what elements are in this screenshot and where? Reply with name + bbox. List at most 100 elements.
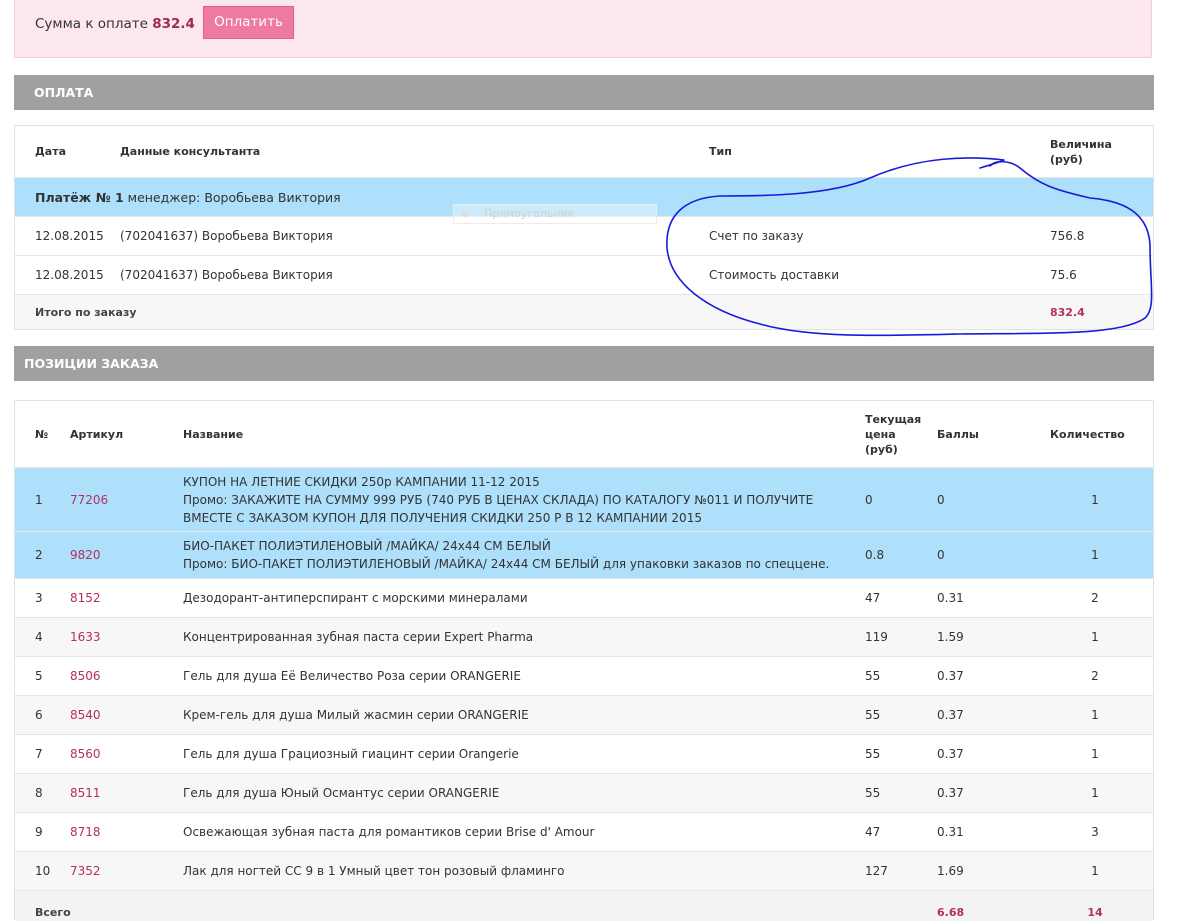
- payment-table-header: Дата Данные консультанта Тип Величина (р…: [15, 126, 1153, 177]
- item-name: Гель для душа Грациозный гиацинт серии O…: [183, 747, 519, 761]
- item-price: 47: [865, 825, 881, 839]
- col-price-header: Текущая цена (руб): [865, 412, 922, 456]
- col-date-header: Дата: [35, 145, 67, 158]
- item-name: КУПОН НА ЛЕТНИЕ СКИДКИ 250р КАМПАНИИ 11-…: [183, 474, 540, 489]
- item-qty: 3: [1091, 825, 1099, 839]
- col-points-header: Баллы: [937, 427, 979, 441]
- col-amount-header: Величина (руб): [1050, 137, 1112, 166]
- item-price: 0: [865, 492, 873, 507]
- item-name: Гель для душа Юный Османтус серии ORANGE…: [183, 786, 500, 800]
- item-points: 0.31: [937, 825, 964, 839]
- item-points: 0.37: [937, 708, 964, 722]
- payment-manager: менеджер: Воробьева Виктория: [127, 189, 341, 205]
- item-article-link[interactable]: 8560: [70, 747, 101, 761]
- item-qty: 1: [1091, 708, 1099, 722]
- item-name-block: КУПОН НА ЛЕТНИЕ СКИДКИ 250р КАМПАНИИ 11-…: [183, 473, 843, 527]
- shape-tooltip-text: Прямоугольник: [484, 207, 575, 220]
- item-promo: Промо: БИО-ПАКЕТ ПОЛИЭТИЛЕНОВЫЙ /МАЙКА/ …: [183, 557, 830, 571]
- order-total-qty: 14: [1087, 906, 1103, 919]
- item-article-link[interactable]: 77206: [70, 493, 108, 507]
- item-name: Лак для ногтей CC 9 в 1 Умный цвет тон р…: [183, 864, 565, 878]
- item-article-link[interactable]: 8718: [70, 825, 101, 839]
- item-num: 10: [35, 864, 51, 878]
- item-num: 6: [35, 708, 43, 722]
- item-price: 55: [865, 669, 881, 683]
- item-num: 5: [35, 669, 43, 683]
- item-price: 127: [865, 864, 888, 878]
- payment-number: Платёж № 1: [35, 189, 124, 205]
- item-name: Освежающая зубная паста для романтиков с…: [183, 825, 595, 839]
- item-name: Дезодорант-антиперспирант с морскими мин…: [183, 591, 528, 605]
- item-article-link[interactable]: 9820: [70, 548, 101, 562]
- payment-consultant: (702041637) Воробьева Виктория: [120, 229, 333, 243]
- order-item-row: 9 8718 Освежающая зубная паста для роман…: [15, 812, 1153, 851]
- item-article-link[interactable]: 8540: [70, 708, 101, 722]
- item-price: 47: [865, 591, 881, 605]
- order-items-section-header: ПОЗИЦИИ ЗАКАЗА: [14, 346, 1154, 381]
- order-item-row: 10 7352 Лак для ногтей CC 9 в 1 Умный цв…: [15, 851, 1153, 890]
- col-type-header: Тип: [709, 145, 732, 158]
- payment-type: Счет по заказу: [709, 229, 804, 243]
- order-items-header: № Артикул Название Текущая цена (руб) Ба…: [15, 401, 1153, 467]
- order-item-row: 8 8511 Гель для душа Юный Османтус серии…: [15, 773, 1153, 812]
- item-num: 3: [35, 591, 43, 605]
- item-points: 0.37: [937, 669, 964, 683]
- payment-amount: 756.8: [1050, 229, 1085, 243]
- item-points: 0: [937, 492, 945, 507]
- item-num: 1: [35, 492, 43, 507]
- item-qty: 1: [1091, 864, 1099, 878]
- item-points: 0: [937, 548, 945, 562]
- item-num: 8: [35, 786, 43, 800]
- col-article-header: Артикул: [70, 427, 124, 441]
- item-article-link[interactable]: 7352: [70, 864, 101, 878]
- item-price: 119: [865, 630, 888, 644]
- payment-table: Дата Данные консультанта Тип Величина (р…: [14, 125, 1154, 330]
- pay-button[interactable]: Оплатить: [203, 6, 294, 39]
- payment-row: 12.08.2015 (702041637) Воробьева Виктори…: [15, 255, 1153, 294]
- order-item-row: 2 9820 БИО-ПАКЕТ ПОЛИЭТИЛЕНОВЫЙ /МАЙКА/ …: [15, 531, 1153, 578]
- item-name: Крем-гель для душа Милый жасмин серии OR…: [183, 708, 529, 722]
- payment-section-title: ОПЛАТА: [34, 85, 94, 100]
- payment-section-header: ОПЛАТА: [14, 75, 1154, 110]
- col-qty-header: Количество: [1050, 427, 1125, 441]
- order-total-points: 6.68: [937, 906, 965, 919]
- item-qty: 1: [1091, 548, 1099, 562]
- item-price: 0.8: [865, 548, 885, 562]
- order-item-row: 5 8506 Гель для душа Её Величество Роза …: [15, 656, 1153, 695]
- item-promo: Промо: ЗАКАЖИТЕ НА СУММУ 999 РУБ (740 РУ…: [183, 492, 814, 525]
- amount-due-text: Сумма к оплате: [35, 16, 148, 32]
- item-price: 55: [865, 708, 881, 722]
- item-article-link[interactable]: 8506: [70, 669, 101, 683]
- item-article-link[interactable]: 1633: [70, 630, 101, 644]
- amount-due-label: Сумма к оплате 832.4: [35, 16, 195, 32]
- item-article-link[interactable]: 8152: [70, 591, 101, 605]
- payment-due-box: Сумма к оплате 832.4 Оплатить: [14, 0, 1152, 58]
- item-num: 4: [35, 630, 43, 644]
- payment-consultant: (702041637) Воробьева Виктория: [120, 268, 333, 282]
- payment-date: 12.08.2015: [35, 268, 104, 282]
- item-name: БИО-ПАКЕТ ПОЛИЭТИЛЕНОВЫЙ /МАЙКА/ 24x44 С…: [183, 539, 551, 553]
- item-points: 1.69: [937, 864, 964, 878]
- item-name: Гель для душа Её Величество Роза серии O…: [183, 669, 521, 683]
- item-qty: 1: [1091, 786, 1099, 800]
- item-qty: 2: [1091, 591, 1099, 605]
- order-items-section-title: ПОЗИЦИИ ЗАКАЗА: [24, 356, 159, 371]
- item-points: 0.37: [937, 747, 964, 761]
- payment-total-label: Итого по заказу: [35, 305, 137, 319]
- item-name-cell: КУПОН НА ЛЕТНИЕ СКИДКИ 250р КАМПАНИИ 11-…: [183, 468, 843, 531]
- item-num: 9: [35, 825, 43, 839]
- item-qty: 1: [1091, 492, 1099, 507]
- item-points: 0.37: [937, 786, 964, 800]
- col-name-header: Название: [183, 427, 244, 441]
- payment-group-title: Платёж № 1 менеджер: Воробьева Виктория: [35, 178, 341, 216]
- item-price: 55: [865, 786, 881, 800]
- order-item-row: 4 1633 Концентрированная зубная паста се…: [15, 617, 1153, 656]
- item-name: Концентрированная зубная паста серии Exp…: [183, 630, 534, 644]
- order-item-row: 7 8560 Гель для душа Грациозный гиацинт …: [15, 734, 1153, 773]
- order-item-row: 3 8152 Дезодорант-антиперспирант с морск…: [15, 578, 1153, 617]
- item-points: 0.31: [937, 591, 964, 605]
- item-points: 1.59: [937, 630, 964, 644]
- item-article-link[interactable]: 8511: [70, 786, 101, 800]
- payment-total-amount: 832.4: [1050, 305, 1085, 319]
- payment-type: Стоимость доставки: [709, 268, 840, 282]
